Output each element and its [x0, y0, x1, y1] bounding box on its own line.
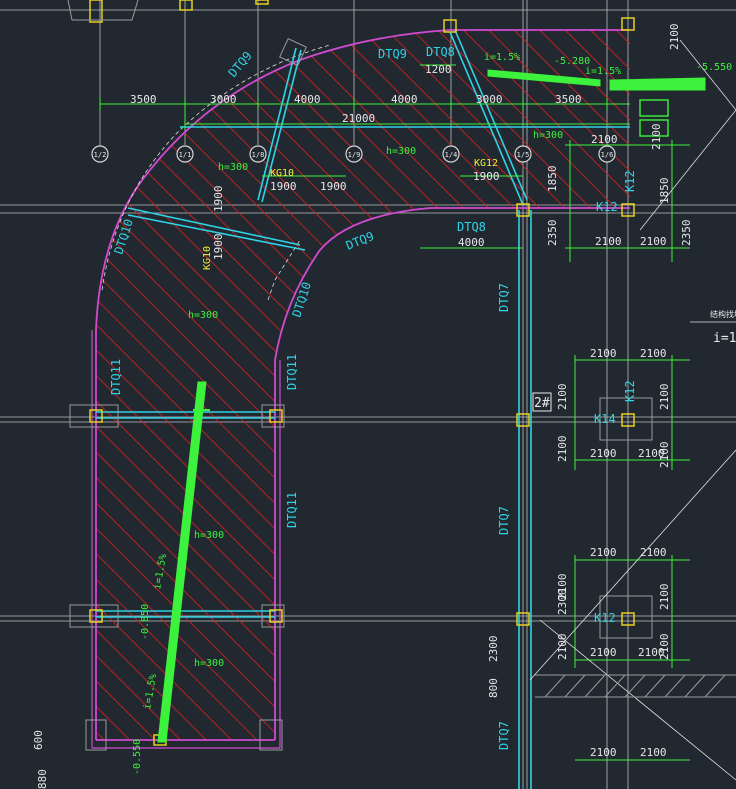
axis-label-4: 1/9 [348, 151, 361, 159]
beam-dtq11-b: DTQ11 [285, 354, 299, 390]
dim-600: 600 [32, 730, 45, 750]
dim-1850: 1850 [546, 166, 559, 193]
beam-dtq8-b: DTQ8 [457, 220, 486, 234]
dim-top-3: 4000 [294, 93, 321, 106]
elev-5280: -5.280 [554, 56, 590, 67]
column-k12-b: K12 [596, 200, 618, 214]
rd-2100-4: 2100 [590, 347, 617, 360]
dim-2100-top: 2100 [668, 24, 681, 51]
stair-label: 2# [534, 396, 550, 411]
elev-5550: -5.550 [696, 62, 732, 73]
column-k14: K14 [594, 412, 616, 426]
beam-dtq11-c: DTQ11 [285, 492, 299, 528]
axis-label-7: 1/6 [601, 151, 614, 159]
dim-1900-a: 1900 [270, 180, 297, 193]
rd-2100-5: 2100 [640, 347, 667, 360]
rd-2350: 2350 [680, 220, 693, 247]
rd-2100v-5: 2100 [650, 124, 663, 151]
rd-2100-2: 2100 [595, 235, 622, 248]
beam-dtq7-c: DTQ7 [497, 721, 511, 750]
slab-h-5: h=300 [194, 530, 224, 541]
column-k12-a: K12 [623, 170, 637, 192]
dim-2350: 2350 [546, 220, 559, 247]
slab-h-4: h=300 [188, 310, 218, 321]
axis-label-3: 1/8 [252, 151, 265, 159]
dim-1900-e: 1900 [212, 234, 225, 261]
beam-dtq11-a: DTQ11 [109, 359, 123, 395]
rd-2100v-1: 2100 [658, 584, 671, 611]
beam-dtq7-b: DTQ7 [497, 506, 511, 535]
axis-label-2: 1/1 [179, 151, 192, 159]
dim-1900-c: 1900 [473, 170, 500, 183]
slab-h-2: h=300 [386, 146, 416, 157]
rd-2100-12: 2100 [590, 746, 617, 759]
slab-h-1: h=300 [218, 162, 248, 173]
dim-1900-d: 1900 [212, 186, 225, 213]
slope-i-2: i=1.5% [585, 66, 621, 77]
dim-total: 21000 [342, 112, 375, 125]
axis-label-5: 1/4 [445, 151, 458, 159]
column-k12-c: K12 [623, 380, 637, 402]
rd-2100-15: 2100 [556, 436, 569, 463]
axis-label-6: 1/5 [517, 151, 530, 159]
rd-2100-14: 2100 [556, 384, 569, 411]
beam-dtq9-a: DTQ9 [378, 47, 407, 61]
rd-2100-3: 2100 [640, 235, 667, 248]
rd-2100-17: 2100 [556, 634, 569, 661]
note-slope: i=1 [713, 331, 736, 346]
rd-2300: 2300 [556, 589, 569, 616]
rd-2100-6: 2100 [590, 447, 617, 460]
axis-label-1: 1/2 [94, 151, 107, 159]
dim-top-6: 3500 [555, 93, 582, 106]
beam-dtq8-a: DTQ8 [426, 45, 455, 59]
dim-880: 880 [36, 769, 49, 789]
dim-top-4: 4000 [391, 93, 418, 106]
beam-kg12: KG12 [474, 158, 498, 169]
dim-1200: 1200 [425, 63, 452, 76]
rd-2100-8: 2100 [590, 546, 617, 559]
dim-4000: 4000 [458, 236, 485, 249]
dim-1900-b: 1900 [320, 180, 347, 193]
beam-kg10-a: KG10 [270, 168, 294, 179]
dim-top-5: 3000 [476, 93, 503, 106]
rd-2100-13: 2100 [640, 746, 667, 759]
rd-1850: 1850 [658, 178, 671, 205]
slab-h-6: h=300 [194, 658, 224, 669]
rd-2100-10: 2100 [590, 646, 617, 659]
beam-dtq7-a: DTQ7 [497, 283, 511, 312]
rd-2100-1: 2100 [591, 133, 618, 146]
slab-h-3: h=300 [533, 130, 563, 141]
slope-i-1: i=1.5% [484, 52, 520, 63]
elev-0850: -0.850 [140, 604, 151, 640]
rd-2100v-2: 2100 [658, 442, 671, 469]
rd-2100v-4: 2100 [658, 634, 671, 661]
elev-0550: -0.550 [132, 739, 143, 775]
beam-kg10-b: KG10 [202, 246, 213, 270]
column-k12-d: K12 [594, 611, 616, 625]
dim-800: 800 [487, 678, 500, 698]
note-small: 结构找坡 [710, 309, 736, 319]
dim-top-1: 3500 [130, 93, 157, 106]
dim-top-2: 3000 [210, 93, 237, 106]
rd-2100-16: 2100 [658, 384, 671, 411]
cad-drawing-canvas[interactable]: 1/2 1/1 1/8 1/9 1/4 1/5 1/6 3500 3000 40… [0, 0, 736, 789]
dim-2300: 2300 [487, 636, 500, 663]
rd-2100-9: 2100 [640, 546, 667, 559]
